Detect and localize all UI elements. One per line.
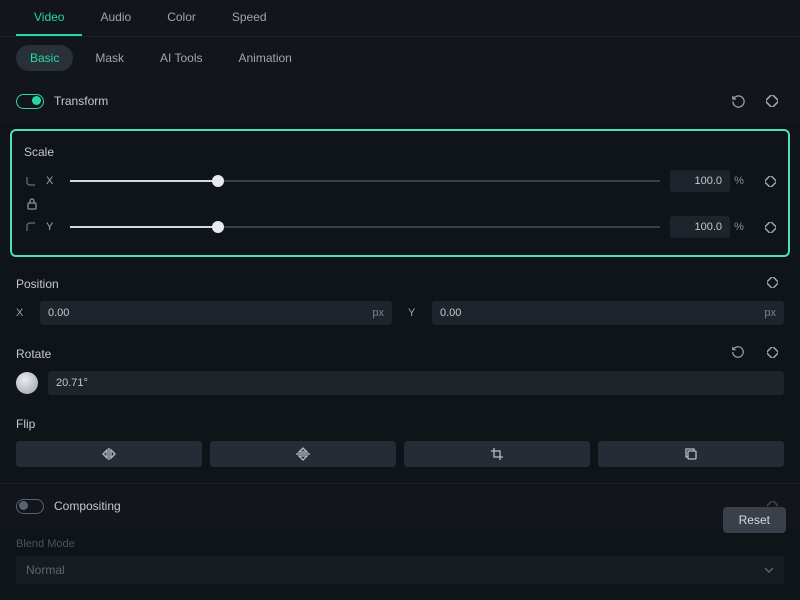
rotate-label: Rotate <box>16 337 51 367</box>
position-y-label: Y <box>408 307 422 319</box>
transform-toggle[interactable] <box>16 94 44 109</box>
scale-x-unit: % <box>730 175 748 187</box>
compositing-toggle[interactable] <box>16 499 44 514</box>
rotate-input[interactable]: 20.71° <box>48 371 784 395</box>
sub-tabs: Basic Mask AI Tools Animation <box>0 37 800 79</box>
tab-audio[interactable]: Audio <box>82 0 149 36</box>
scale-y-input[interactable] <box>670 216 730 238</box>
blend-mode-label: Blend Mode <box>16 532 784 556</box>
scale-highlight: Scale X % Y % <box>10 129 790 257</box>
scale-x-input[interactable] <box>670 170 730 192</box>
main-tabs: Video Audio Color Speed <box>0 0 800 37</box>
keyframe-icon[interactable] <box>760 89 784 113</box>
link-lock-icon[interactable] <box>18 197 46 211</box>
scale-y-slider[interactable] <box>70 220 660 234</box>
transform-label: Transform <box>54 94 108 108</box>
blend-mode-select[interactable]: Normal <box>16 556 784 584</box>
chevron-down-icon <box>764 567 774 573</box>
reset-button[interactable]: Reset <box>723 507 786 533</box>
crop-button[interactable] <box>404 441 590 467</box>
compositing-header: Compositing <box>0 483 800 528</box>
scale-y-label: Y <box>46 221 60 233</box>
compositing-label: Compositing <box>54 499 121 513</box>
tab-speed[interactable]: Speed <box>214 0 285 36</box>
transform-header: Transform <box>0 79 800 123</box>
link-bottom-bracket <box>18 222 46 232</box>
subtab-animation[interactable]: Animation <box>224 45 305 71</box>
position-x-label: X <box>16 307 30 319</box>
position-label: Position <box>16 267 59 297</box>
position-keyframe-icon[interactable] <box>760 270 784 294</box>
subtab-mask[interactable]: Mask <box>81 45 138 71</box>
subtab-aitools[interactable]: AI Tools <box>146 45 216 71</box>
copy-button[interactable] <box>598 441 784 467</box>
scale-y-unit: % <box>730 221 748 233</box>
tab-video[interactable]: Video <box>16 0 82 36</box>
position-x-input[interactable]: 0.00px <box>40 301 392 325</box>
scale-x-keyframe-icon[interactable] <box>758 169 782 193</box>
flip-vertical-button[interactable] <box>210 441 396 467</box>
flip-horizontal-button[interactable] <box>16 441 202 467</box>
rotate-reset-icon[interactable] <box>726 340 750 364</box>
scale-x-slider[interactable] <box>70 174 660 188</box>
tab-color[interactable]: Color <box>149 0 214 36</box>
scale-x-label: X <box>46 175 60 187</box>
scale-label: Scale <box>18 141 782 165</box>
position-y-input[interactable]: 0.00px <box>432 301 784 325</box>
rotate-knob[interactable] <box>16 372 38 394</box>
rotate-keyframe-icon[interactable] <box>760 340 784 364</box>
reset-icon[interactable] <box>726 89 750 113</box>
link-top-bracket <box>18 176 46 186</box>
flip-label: Flip <box>16 407 784 437</box>
scale-y-keyframe-icon[interactable] <box>758 215 782 239</box>
subtab-basic[interactable]: Basic <box>16 45 73 71</box>
